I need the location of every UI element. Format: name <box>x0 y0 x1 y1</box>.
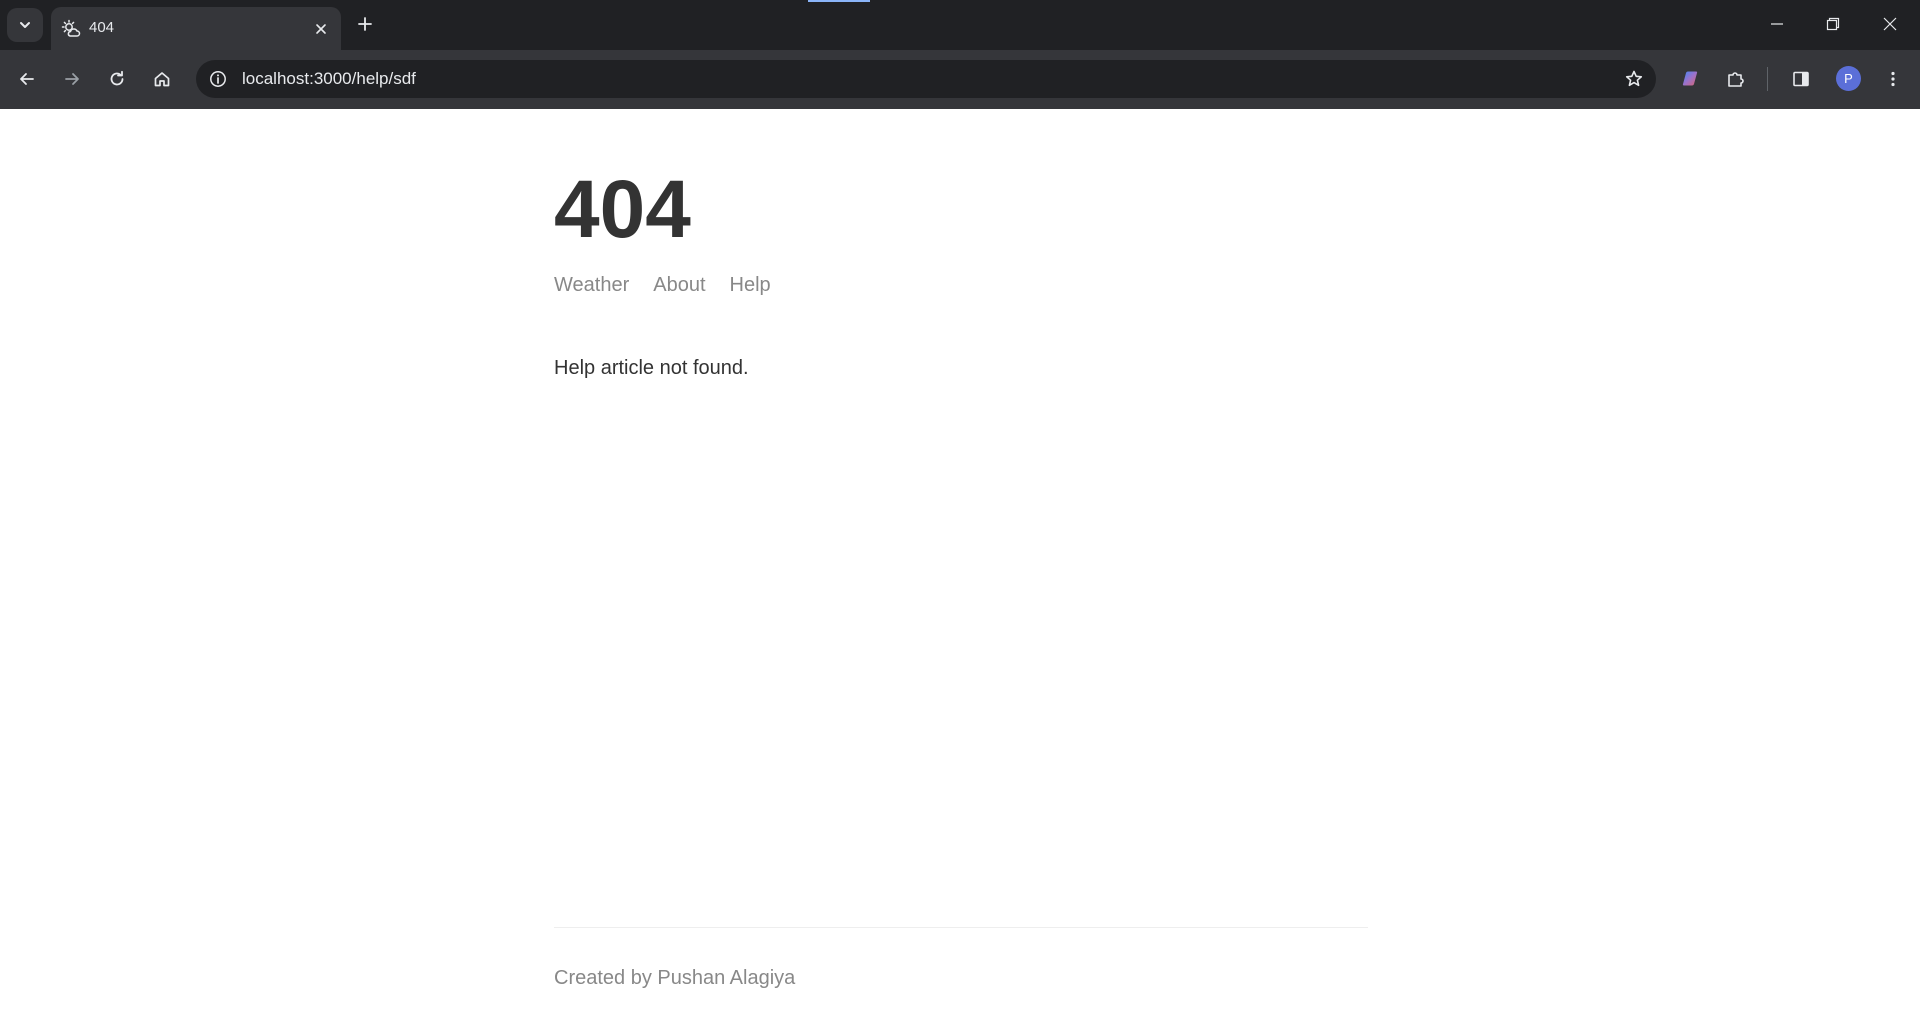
close-icon <box>1883 17 1897 31</box>
page-viewport: 404 Weather About Help Help article not … <box>0 109 1920 1031</box>
loading-indicator <box>808 0 870 2</box>
close-window-button[interactable] <box>1862 0 1918 48</box>
error-message: Help article not found. <box>554 357 749 379</box>
tab-strip: 404 <box>0 0 1920 50</box>
site-nav: Weather About Help <box>554 273 771 297</box>
toolbar-separator <box>1767 67 1768 91</box>
restore-button[interactable] <box>1805 0 1861 48</box>
nav-link-help[interactable]: Help <box>730 273 771 297</box>
side-panel-button[interactable] <box>1784 62 1818 96</box>
side-panel-icon <box>1792 70 1810 88</box>
minimize-icon <box>1770 17 1784 31</box>
more-vertical-icon <box>1884 70 1902 88</box>
tab-close-button[interactable] <box>311 19 331 39</box>
new-tab-button[interactable] <box>351 10 379 38</box>
reload-icon <box>108 70 126 88</box>
bookmark-star-icon[interactable] <box>1620 65 1648 93</box>
arrow-left-icon <box>18 70 36 88</box>
arrow-right-icon <box>63 70 81 88</box>
address-url[interactable]: localhost:3000/help/sdf <box>242 68 416 90</box>
minimize-button[interactable] <box>1749 0 1805 48</box>
page-title: 404 <box>554 164 691 255</box>
extensions-button[interactable] <box>1719 62 1753 96</box>
forward-button[interactable] <box>55 62 89 96</box>
nav-link-about[interactable]: About <box>653 273 705 297</box>
gemini-icon <box>1679 68 1701 90</box>
tab-search-button[interactable] <box>7 8 43 42</box>
address-bar[interactable]: localhost:3000/help/sdf <box>196 60 1656 98</box>
nav-link-weather[interactable]: Weather <box>554 273 629 297</box>
home-icon <box>153 70 171 88</box>
weather-sun-cloud-icon <box>61 19 81 39</box>
gemini-extension-button[interactable] <box>1673 62 1707 96</box>
restore-icon <box>1826 17 1840 31</box>
home-button[interactable] <box>145 62 179 96</box>
browser-chrome: 404 localhost:3000/help/sdf P <box>0 0 1920 109</box>
site-info-icon[interactable] <box>204 65 232 93</box>
active-tab[interactable]: 404 <box>51 7 341 50</box>
profile-avatar[interactable]: P <box>1836 66 1861 91</box>
close-icon <box>315 23 327 35</box>
tab-title: 404 <box>89 19 115 36</box>
footer-divider <box>554 927 1368 928</box>
plus-icon <box>357 16 373 32</box>
chevron-down-icon <box>18 18 32 32</box>
menu-button[interactable] <box>1876 62 1910 96</box>
footer-text: Created by Pushan Alagiya <box>554 967 796 989</box>
back-button[interactable] <box>10 62 44 96</box>
puzzle-icon <box>1726 69 1746 89</box>
reload-button[interactable] <box>100 62 134 96</box>
